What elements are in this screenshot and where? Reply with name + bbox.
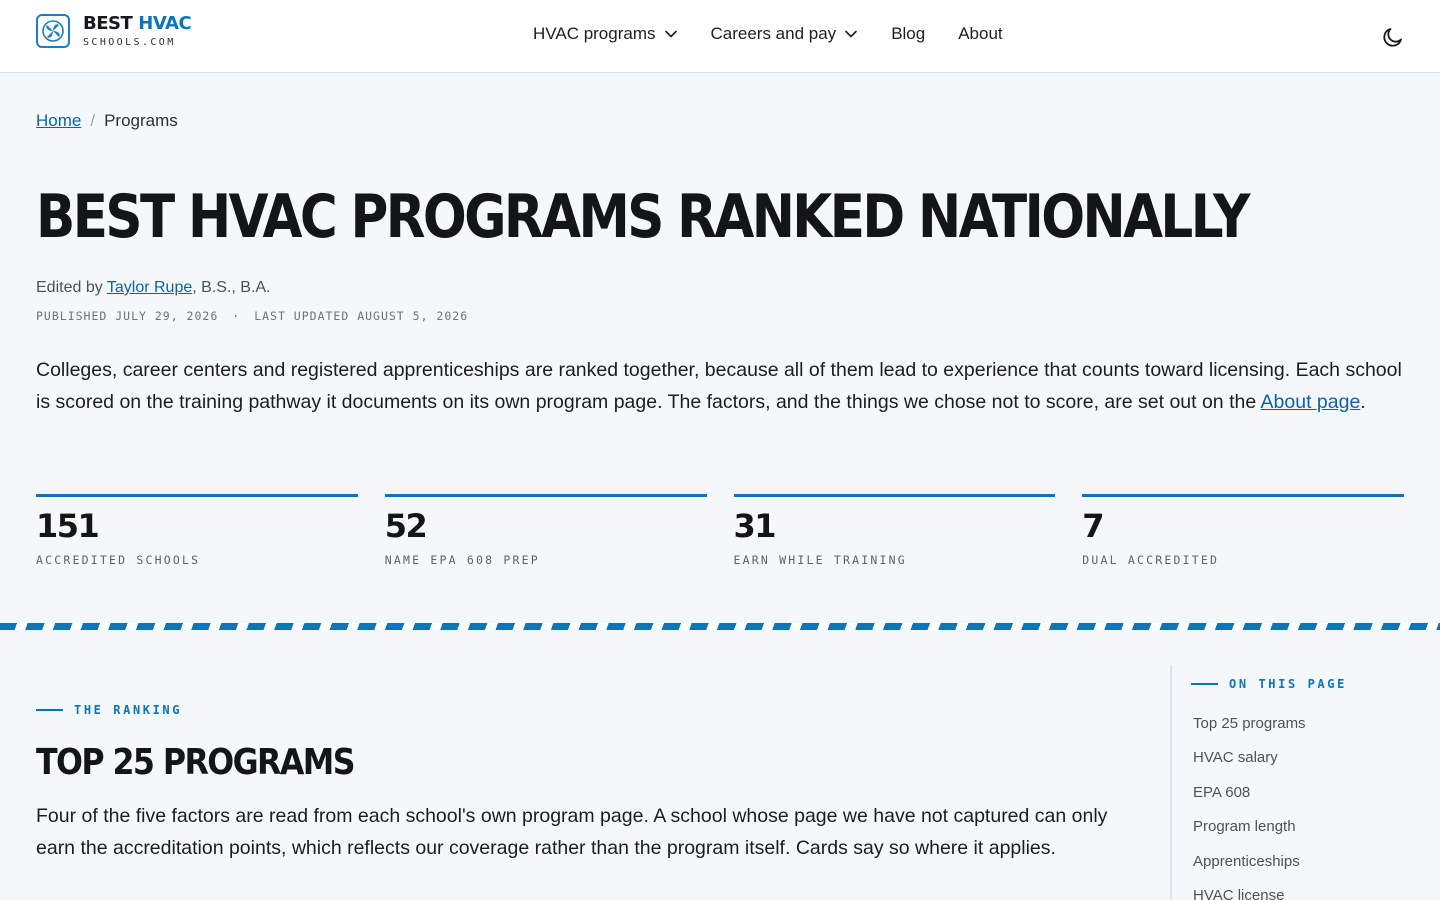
section-title: TOP 25 PROGRAMS [36, 742, 356, 783]
toc-item-apprenticeships[interactable]: Apprenticeships [1193, 852, 1306, 886]
breadcrumb-separator: / [90, 111, 96, 130]
nav-hvac-programs[interactable]: HVAC programs [533, 24, 678, 44]
nav-label: Careers and pay [710, 24, 837, 43]
logo-wordmark: BEST HVAC SCHOOLS.COM [83, 12, 192, 48]
site-logo[interactable]: BEST HVAC SCHOOLS.COM [36, 12, 192, 48]
stat-label: EARN WHILE TRAINING [733, 553, 907, 567]
intro-suffix: . [1360, 391, 1366, 413]
stat-epa-608-prep: 52 NAME EPA 608 PREP [384, 494, 707, 567]
section-body: Four of the five factors are read from e… [36, 805, 1108, 859]
toc-item-hvac-license[interactable]: HVAC license [1193, 886, 1306, 900]
stat-value: 7 [1082, 507, 1104, 545]
author-link[interactable]: Taylor Rupe [107, 279, 192, 296]
chevron-down-icon [844, 27, 858, 41]
logo-domain: SCHOOLS.COM [83, 36, 176, 48]
toc-item-hvac-salary[interactable]: HVAC salary [1193, 748, 1306, 782]
publish-dates: PUBLISHED JULY 29, 2026 · LAST UPDATED A… [36, 309, 468, 323]
stat-label: DUAL ACCREDITED [1082, 553, 1220, 567]
kicker-line [1191, 683, 1218, 685]
site-header: BEST HVAC SCHOOLS.COM HVAC programs Care… [0, 0, 1440, 73]
author-credentials: , B.S., B.A. [192, 279, 271, 296]
main-nav: HVAC programs Careers and pay Blog About [533, 24, 1003, 44]
logo-word-best: BEST [83, 12, 133, 34]
intro-text: Colleges, career centers and registered … [36, 359, 1402, 413]
section-divider-stripe [0, 623, 1440, 630]
updated-date: LAST UPDATED AUGUST 5, 2026 [254, 309, 469, 323]
stat-value: 31 [733, 507, 777, 545]
intro-paragraph: Colleges, career centers and registered … [36, 354, 1406, 418]
toc-heading-text: ON THIS PAGE [1229, 677, 1347, 691]
date-separator: · [232, 309, 241, 323]
breadcrumb-home-link[interactable]: Home [36, 111, 81, 131]
nav-about[interactable]: About [958, 24, 1002, 44]
kicker-text: THE RANKING [74, 703, 183, 717]
logo-word-hvac: HVAC [138, 12, 192, 34]
stat-dual-accredited: 7 DUAL ACCREDITED [1082, 494, 1404, 567]
section-kicker: THE RANKING [36, 703, 182, 717]
toc-item-epa-608[interactable]: EPA 608 [1193, 783, 1306, 817]
stat-label: ACCREDITED SCHOOLS [36, 553, 201, 567]
toc-item-top-25[interactable]: Top 25 programs [1193, 714, 1306, 748]
toc-item-program-length[interactable]: Program length [1193, 817, 1306, 851]
toc-list: Top 25 programs HVAC salary EPA 608 Prog… [1193, 714, 1306, 900]
stat-value: 151 [36, 507, 100, 545]
about-page-link[interactable]: About page [1261, 391, 1361, 413]
nav-careers-and-pay[interactable]: Careers and pay [711, 24, 859, 44]
nav-blog[interactable]: Blog [891, 24, 925, 44]
byline-prefix: Edited by [36, 279, 107, 296]
toc-heading: ON THIS PAGE [1191, 677, 1347, 691]
stat-value: 52 [384, 507, 428, 545]
breadcrumb-current: Programs [104, 111, 178, 130]
stat-earn-while-training: 31 EARN WHILE TRAINING [733, 494, 1056, 567]
stat-label: NAME EPA 608 PREP [384, 553, 540, 567]
chevron-down-icon [664, 27, 678, 41]
nav-label: HVAC programs [533, 24, 656, 43]
byline: Edited by Taylor Rupe, B.S., B.A. [36, 279, 271, 297]
moon-icon[interactable] [1381, 25, 1405, 49]
fan-logo-icon [36, 14, 70, 48]
table-of-contents: ON THIS PAGE Top 25 programs HVAC salary… [1170, 665, 1410, 900]
stats-row: 151 ACCREDITED SCHOOLS 52 NAME EPA 608 P… [36, 494, 1404, 567]
breadcrumb: Home / Programs [36, 111, 178, 131]
stat-accredited-schools: 151 ACCREDITED SCHOOLS [36, 494, 358, 567]
page-title: BEST HVAC PROGRAMS RANKED NATIONALLY [36, 182, 1250, 252]
kicker-line [36, 709, 63, 711]
published-date: PUBLISHED JULY 29, 2026 [36, 309, 219, 323]
